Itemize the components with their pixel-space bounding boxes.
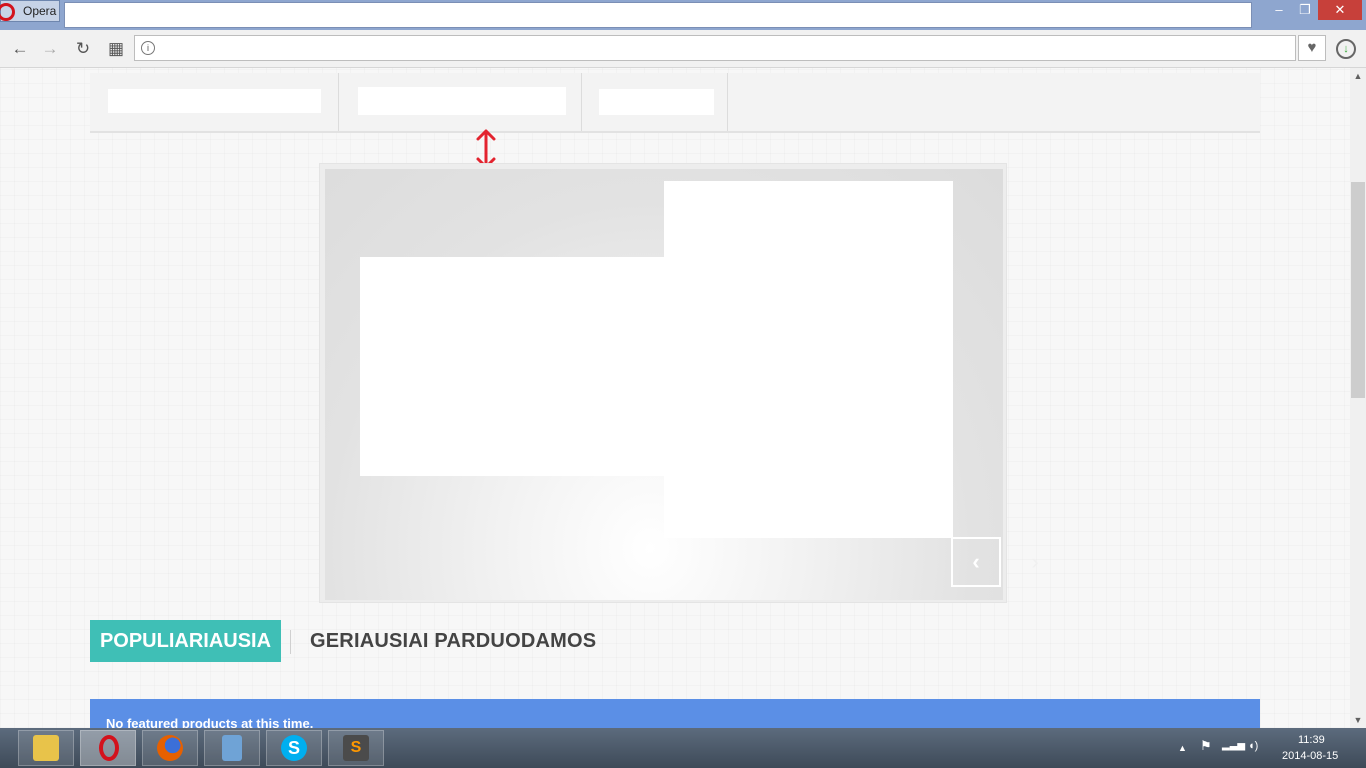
taskbar-opera[interactable] — [80, 730, 136, 766]
clock-time[interactable]: 11:39 — [1298, 734, 1325, 746]
speed-dial-icon[interactable]: ▦ — [105, 38, 127, 60]
slide-image — [325, 169, 1003, 600]
menu-item-2-label-redacted — [358, 87, 566, 115]
tab-strip[interactable] — [64, 2, 1252, 28]
calculator-icon — [222, 735, 242, 761]
slider-prev-button[interactable]: ‹ — [951, 537, 1001, 587]
address-bar[interactable]: i — [134, 35, 1296, 61]
menu-item-1-label-redacted — [108, 89, 321, 113]
close-button[interactable]: ✕ — [1318, 0, 1362, 20]
opera-logo-icon — [0, 3, 15, 21]
site-info-icon[interactable]: i — [141, 41, 155, 55]
slider-next-button[interactable]: › — [1010, 537, 1060, 587]
opera-menu-label: Opera — [23, 4, 57, 18]
address-input[interactable] — [161, 38, 1285, 60]
clock-date[interactable]: 2014-08-15 — [1282, 750, 1338, 762]
scroll-down-icon[interactable]: ▼ — [1350, 712, 1366, 728]
title-bar: Opera – ❐ ✕ — [0, 0, 1366, 30]
reload-icon[interactable]: ↻ — [72, 38, 94, 60]
forward-icon[interactable]: → — [39, 38, 61, 60]
bookmark-heart-icon[interactable]: ♥ — [1298, 35, 1326, 61]
image-slider: ‹ › — [319, 163, 1039, 603]
site-menu-bar — [90, 73, 1260, 133]
menu-item-1[interactable] — [90, 73, 339, 131]
firefox-icon — [157, 735, 183, 761]
windows-taskbar: S S ▲ ⚑ ▂▃▅ ◖) 11:39 2014-08-15 — [0, 728, 1366, 768]
sublime-text-icon: S — [343, 735, 369, 761]
taskbar-sublime-text[interactable]: S — [328, 730, 384, 766]
volume-icon[interactable]: ◖) — [1248, 740, 1258, 752]
taskbar-file-explorer[interactable] — [18, 730, 74, 766]
tab-divider — [290, 630, 291, 654]
page-scrollbar[interactable]: ▲ ▼ — [1350, 68, 1366, 728]
scroll-thumb[interactable] — [1351, 182, 1365, 398]
tab-bestsellers[interactable]: GERIAUSIAI PARDUODAMOS — [310, 620, 596, 662]
download-icon[interactable]: ↓ — [1336, 39, 1356, 59]
menu-item-2[interactable] — [338, 73, 582, 131]
file-explorer-icon — [33, 735, 59, 761]
action-center-flag-icon[interactable]: ⚑ — [1200, 738, 1212, 754]
network-signal-icon[interactable]: ▂▃▅ — [1222, 740, 1245, 751]
scroll-up-icon[interactable]: ▲ — [1350, 68, 1366, 84]
show-hidden-icons-icon[interactable]: ▲ — [1178, 743, 1187, 753]
tab-popular[interactable]: POPULIARIAUSIA — [90, 620, 281, 662]
slide-content-redacted — [664, 181, 953, 538]
navigation-bar: ← → ↻ ▦ i ♥ ↓ — [0, 30, 1366, 68]
taskbar-calculator[interactable] — [204, 730, 260, 766]
slide-content-redacted — [360, 257, 664, 476]
menu-item-3[interactable] — [581, 73, 728, 131]
restore-button[interactable]: ❐ — [1292, 0, 1318, 20]
minimize-button[interactable]: – — [1266, 0, 1292, 20]
back-icon[interactable]: ← — [9, 38, 31, 60]
no-products-notice: No featured products at this time. — [90, 699, 1260, 728]
opera-menu-button[interactable]: Opera — [0, 0, 60, 22]
taskbar-firefox[interactable] — [142, 730, 198, 766]
opera-icon — [99, 735, 119, 761]
menu-item-3-label-redacted — [599, 89, 714, 115]
skype-icon: S — [281, 735, 307, 761]
web-page: ‹ › POPULIARIAUSIA GERIAUSIAI PARDUODAMO… — [0, 68, 1350, 728]
taskbar-skype[interactable]: S — [266, 730, 322, 766]
